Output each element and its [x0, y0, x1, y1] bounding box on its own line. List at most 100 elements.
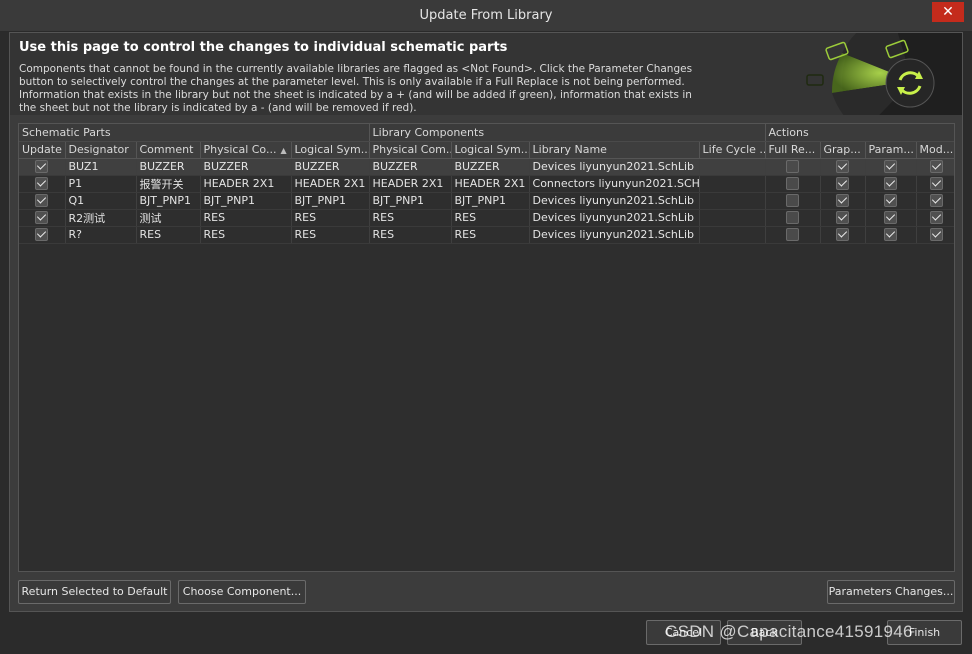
full-replace-checkbox[interactable] [786, 177, 800, 191]
table-row[interactable]: Q1 BJT_PNP1 BJT_PNP1 BJT_PNP1 BJT_PNP1 BJT_PN… [19, 192, 954, 210]
lib-physical-component-cell: RES [369, 226, 452, 244]
table-row[interactable]: BUZ1 BUZZER BUZZER BUZZER BUZZER BUZZER Device… [19, 158, 954, 176]
group-library-components: Library Components [369, 124, 766, 142]
physical-component-cell: RES [200, 209, 292, 227]
logical-symbol-cell: BUZZER [291, 158, 370, 176]
parameters-checkbox-cell [865, 209, 917, 227]
update-checkbox-cell [19, 158, 66, 176]
col-lib-physical-component[interactable]: Physical Com... [369, 141, 452, 159]
full-replace-checkbox[interactable] [786, 211, 800, 225]
page-heading: Use this page to control the changes to … [19, 40, 508, 55]
models-checkbox[interactable] [929, 194, 943, 208]
page-description: Components that cannot be found in the c… [19, 63, 693, 114]
graphical-checkbox-cell [820, 226, 866, 244]
models-checkbox[interactable] [929, 177, 943, 191]
full-replace-checkbox[interactable] [786, 194, 800, 208]
designator-cell: BUZ1 [65, 158, 137, 176]
full-replace-checkbox-cell [765, 192, 821, 210]
graphical-checkbox[interactable] [836, 211, 850, 225]
col-life-cycle[interactable]: Life Cycle ... [699, 141, 766, 159]
group-actions: Actions [765, 124, 954, 142]
col-logical-symbol[interactable]: Logical Sym... [291, 141, 370, 159]
parameters-checkbox-cell [865, 158, 917, 176]
designator-cell: R2测试 [65, 209, 137, 227]
parameters-checkbox[interactable] [884, 228, 898, 242]
logical-symbol-cell: RES [291, 226, 370, 244]
models-checkbox-cell [916, 175, 954, 193]
group-schematic-parts: Schematic Parts [19, 124, 370, 142]
parameters-checkbox[interactable] [884, 194, 898, 208]
library-name-cell: Devices liyunyun2021.SchLib [529, 192, 700, 210]
parameters-checkbox-cell [865, 192, 917, 210]
models-checkbox-cell [916, 158, 954, 176]
window-title: Update From Library [419, 8, 553, 23]
parts-grid[interactable]: Schematic Parts Library Components Actio… [18, 123, 955, 572]
col-comment[interactable]: Comment [136, 141, 201, 159]
full-replace-checkbox-cell [765, 158, 821, 176]
parameters-changes-button[interactable]: Parameters Changes... [827, 580, 955, 604]
update-checkbox[interactable] [35, 194, 49, 208]
models-checkbox-cell [916, 209, 954, 227]
group-header-row: Schematic Parts Library Components Actio… [19, 124, 954, 142]
table-row[interactable]: R2测试 测试 RES RES RES RES Devices liyunyun2021.S… [19, 209, 954, 227]
full-replace-checkbox-cell [765, 209, 821, 227]
graphical-checkbox[interactable] [836, 160, 850, 174]
graphical-checkbox[interactable] [836, 194, 850, 208]
models-checkbox-cell [916, 192, 954, 210]
logical-symbol-cell: BJT_PNP1 [291, 192, 370, 210]
comment-cell: 测试 [136, 209, 201, 227]
parameters-checkbox[interactable] [884, 160, 898, 174]
dialog-body: Use this page to control the changes to … [9, 32, 963, 612]
models-checkbox[interactable] [929, 160, 943, 174]
physical-component-cell: HEADER 2X1 [200, 175, 292, 193]
physical-component-cell: RES [200, 226, 292, 244]
return-selected-to-default-button[interactable]: Return Selected to Default [18, 580, 171, 604]
table-row[interactable]: P1 报警开关 HEADER 2X1 HEADER 2X1 HEADER 2X1 HEAD… [19, 175, 954, 193]
col-graphical[interactable]: Grap... [820, 141, 866, 159]
comment-cell: BUZZER [136, 158, 201, 176]
update-checkbox-cell [19, 175, 66, 193]
update-library-illustration [772, 33, 962, 115]
parameters-checkbox-cell [865, 175, 917, 193]
col-physical-component[interactable]: Physical Co... ▲ [200, 141, 292, 159]
update-checkbox-cell [19, 226, 66, 244]
col-update[interactable]: Update [19, 141, 66, 159]
col-full-replace[interactable]: Full Re... [765, 141, 821, 159]
col-designator[interactable]: Designator [65, 141, 137, 159]
lib-logical-symbol-cell: RES [451, 226, 530, 244]
choose-component-button[interactable]: Choose Component... [178, 580, 306, 604]
models-checkbox[interactable] [929, 211, 943, 225]
col-models[interactable]: Mod... [916, 141, 954, 159]
designator-cell: Q1 [65, 192, 137, 210]
models-checkbox-cell [916, 226, 954, 244]
update-checkbox[interactable] [35, 177, 49, 191]
update-checkbox[interactable] [35, 228, 49, 242]
parameters-checkbox[interactable] [884, 211, 898, 225]
logical-symbol-cell: HEADER 2X1 [291, 175, 370, 193]
parameters-checkbox[interactable] [884, 177, 898, 191]
table-row[interactable]: R? RES RES RES RES RES Devices liyunyun2021.Sc… [19, 226, 954, 244]
graphical-checkbox-cell [820, 158, 866, 176]
full-replace-checkbox[interactable] [786, 160, 800, 174]
life-cycle-cell [699, 192, 766, 210]
graphical-checkbox[interactable] [836, 228, 850, 242]
update-checkbox-cell [19, 192, 66, 210]
library-name-cell: Devices liyunyun2021.SchLib [529, 226, 700, 244]
col-parameters[interactable]: Param... [865, 141, 917, 159]
library-name-cell: Connectors liyunyun2021.SCHLIB [529, 175, 700, 193]
col-lib-logical-symbol[interactable]: Logical Sym... [451, 141, 530, 159]
designator-cell: R? [65, 226, 137, 244]
physical-component-cell: BJT_PNP1 [200, 192, 292, 210]
sort-ascending-icon: ▲ [280, 146, 287, 155]
close-button[interactable]: ✕ [932, 2, 964, 22]
life-cycle-cell [699, 175, 766, 193]
col-library-name[interactable]: Library Name [529, 141, 700, 159]
lib-logical-symbol-cell: BUZZER [451, 158, 530, 176]
update-checkbox[interactable] [35, 211, 49, 225]
graphical-checkbox[interactable] [836, 177, 850, 191]
full-replace-checkbox-cell [765, 226, 821, 244]
update-checkbox[interactable] [35, 160, 49, 174]
full-replace-checkbox[interactable] [786, 228, 800, 242]
lib-physical-component-cell: BUZZER [369, 158, 452, 176]
models-checkbox[interactable] [929, 228, 943, 242]
